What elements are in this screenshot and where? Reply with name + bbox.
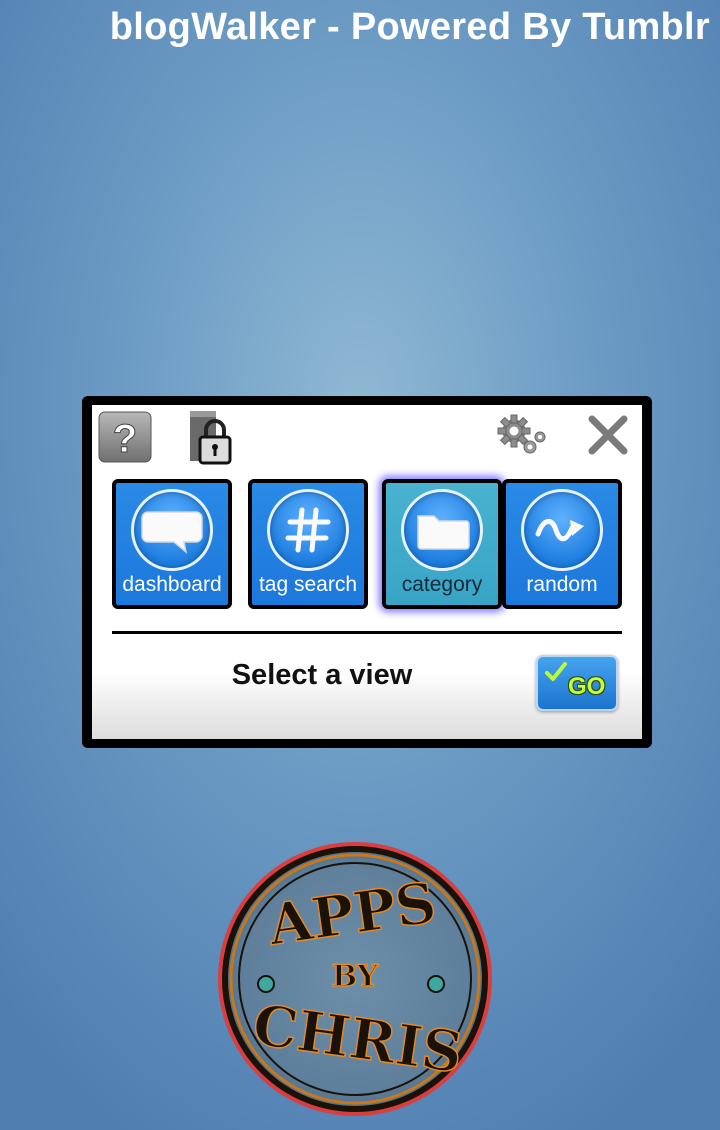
view-category-circle — [401, 489, 483, 571]
wave-arrow-icon — [535, 519, 584, 542]
hashtag-icon — [285, 507, 331, 553]
folder-icon — [417, 515, 470, 550]
view-category[interactable]: category — [382, 479, 502, 609]
app-title: blogWalker - Powered By Tumblr — [109, 6, 710, 48]
view-category-label: category — [401, 573, 483, 596]
settings-button[interactable] — [496, 413, 552, 463]
view-tag-search-circle — [267, 489, 349, 571]
close-icon — [588, 415, 628, 455]
view-dashboard-label: dashboard — [122, 573, 222, 596]
view-random-circle — [521, 489, 603, 571]
view-random[interactable]: random — [502, 479, 622, 609]
divider — [112, 631, 622, 634]
go-button-label: GO — [568, 673, 606, 700]
svg-text:BY: BY — [332, 959, 379, 994]
speech-bubble-icon — [141, 511, 203, 554]
view-dashboard[interactable]: dashboard — [112, 479, 232, 609]
help-icon: ? — [98, 411, 152, 463]
logo-seal-icon: APPS BY CHRIS — [218, 842, 492, 1116]
go-button[interactable]: GO — [536, 655, 618, 711]
view-options: dashboard tag search category random — [112, 479, 622, 615]
gear-icon — [497, 414, 546, 454]
apps-by-chris-logo: APPS BY CHRIS — [210, 838, 500, 1120]
checkmark-icon — [545, 662, 567, 681]
view-tag-search-label: tag search — [258, 573, 358, 596]
help-button[interactable]: ? — [98, 411, 152, 463]
view-tag-search[interactable]: tag search — [248, 479, 368, 609]
dialog-toolbar: ? — [92, 405, 642, 471]
lock-icon — [190, 411, 232, 465]
view-random-label: random — [526, 573, 598, 596]
view-selector-dialog: ? dashboard tag search category random S… — [82, 396, 652, 748]
status-text: Select a view — [231, 659, 413, 691]
svg-text:?: ? — [113, 417, 137, 461]
close-button[interactable] — [586, 413, 630, 457]
view-dashboard-circle — [131, 489, 213, 571]
dialog-content: ? dashboard tag search category random S… — [92, 405, 642, 739]
lock-button[interactable] — [188, 407, 238, 467]
